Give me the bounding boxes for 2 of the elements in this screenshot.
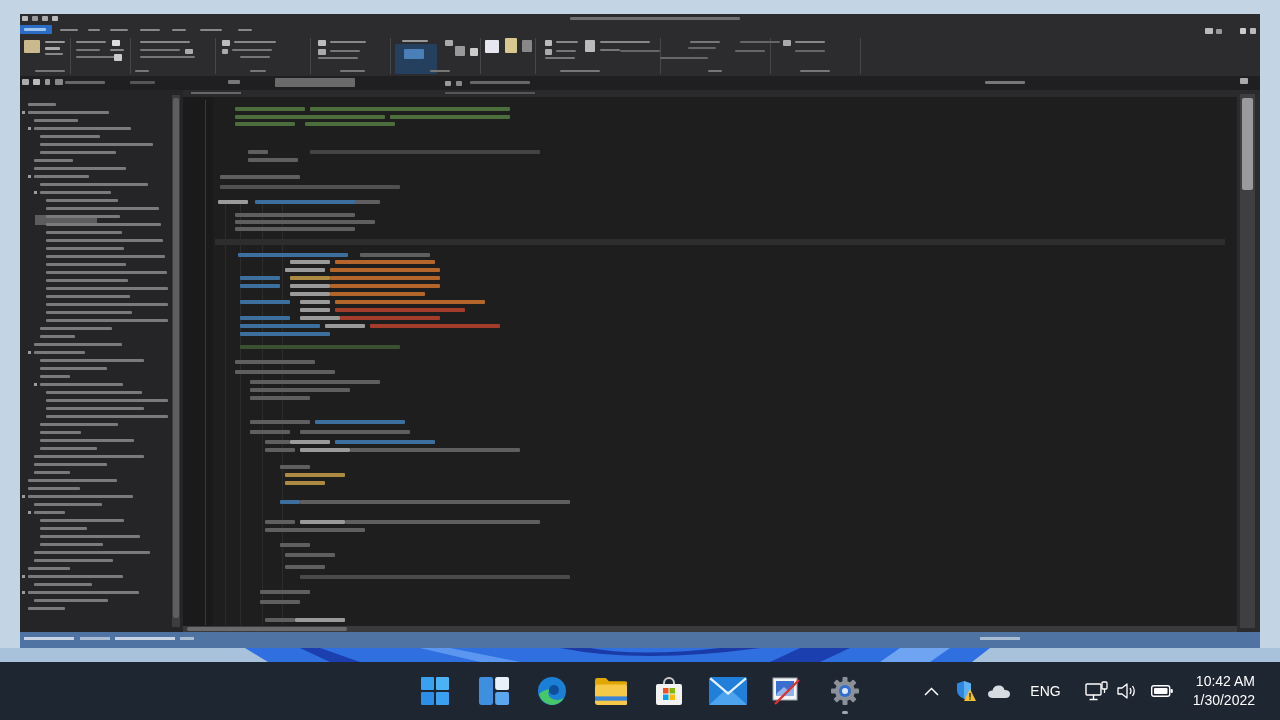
clock-time: 10:42 AM bbox=[1195, 673, 1255, 690]
clock-date: 1/30/2022 bbox=[1192, 692, 1255, 709]
